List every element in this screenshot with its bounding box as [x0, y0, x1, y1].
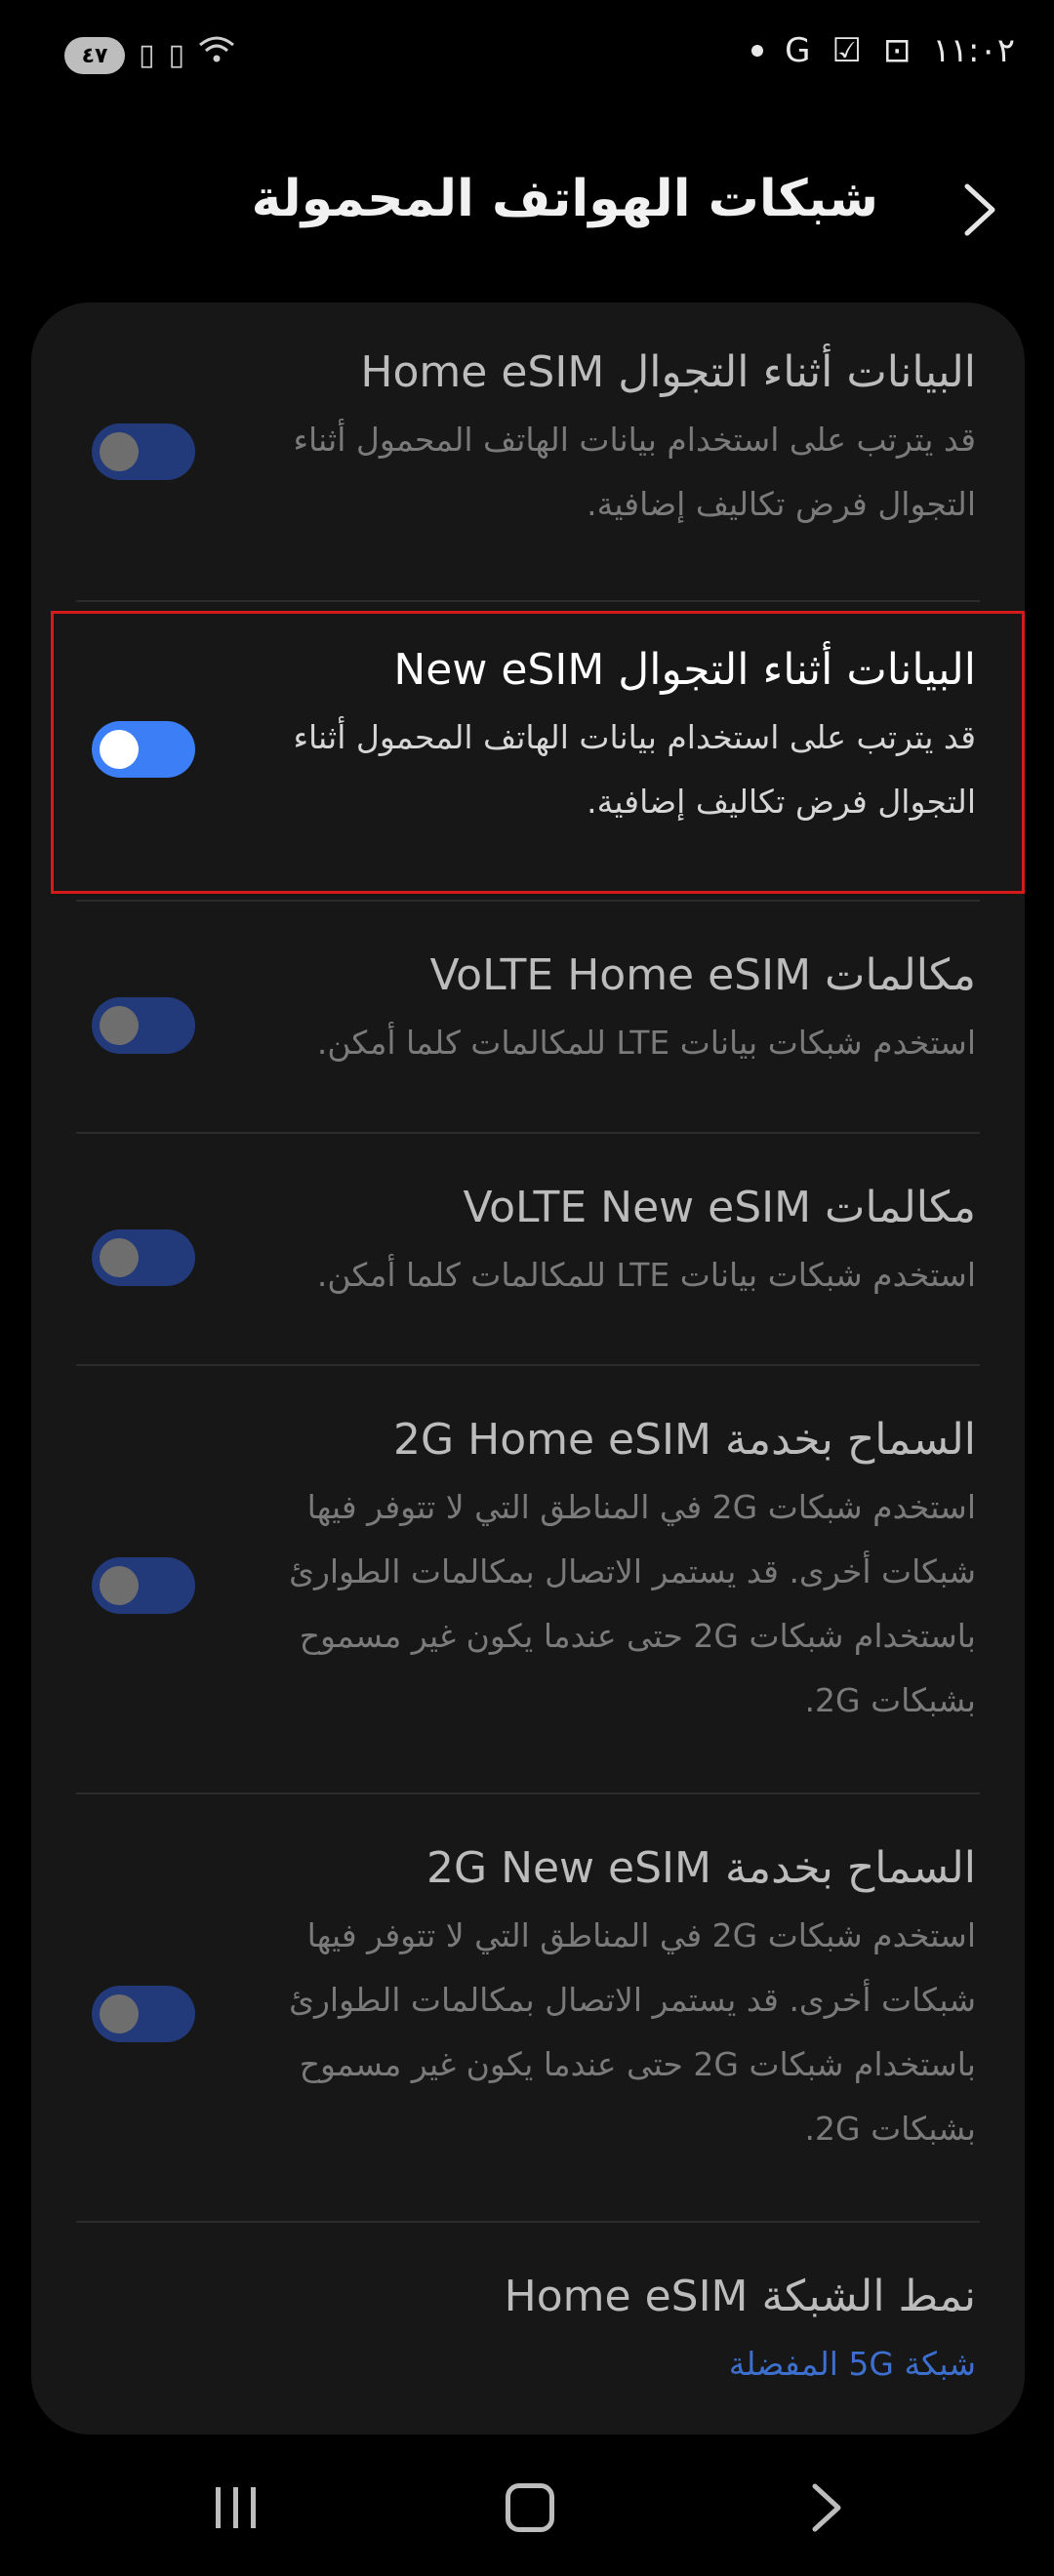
- status-right: G ☑ ⊡ ١١:٠٢: [751, 29, 1015, 72]
- page-title: شبكات الهواتف المحمولة: [251, 170, 878, 228]
- navigation-bar: [0, 2459, 1054, 2556]
- toggle-knob: [100, 1238, 139, 1277]
- volte-home-esim-row[interactable]: مكالمات VoLTE Home eSIM استخدم شبكات بيا…: [31, 902, 1025, 1132]
- row-subtitle: شبكة 5G المفضلة: [728, 2345, 976, 2383]
- row-subtitle: استخدم شبكات 2G في المناطق التي لا تتوفر…: [289, 1916, 976, 2148]
- recents-icon: [216, 2487, 256, 2528]
- signal-r-icon: ▯: [168, 38, 185, 72]
- chevron-icon: [964, 183, 995, 236]
- home-button[interactable]: [481, 2459, 579, 2556]
- row-title: مكالمات VoLTE Home eSIM: [429, 950, 976, 1000]
- home-icon: [506, 2483, 554, 2532]
- row-title: البيانات أثناء التجوال Home eSIM: [360, 347, 976, 397]
- status-left: ٤٧ ▯ ▯: [64, 35, 235, 76]
- toggle-knob: [100, 432, 139, 471]
- toggle-knob: [100, 1566, 139, 1605]
- wifi-icon: [198, 35, 235, 76]
- settings-card: البيانات أثناء التجوال Home eSIM قد يترت…: [31, 302, 1025, 2435]
- signal-r-icon: ▯: [139, 38, 155, 72]
- row-subtitle: استخدم شبكات بيانات LTE للمكالمات كلما أ…: [316, 1256, 976, 1294]
- toggle-knob: [100, 730, 139, 769]
- toggle-knob: [100, 1994, 139, 2033]
- row-title: السماح بخدمة 2G New eSIM: [426, 1843, 976, 1893]
- status-bar: ٤٧ ▯ ▯ G ☑ ⊡ ١١:٠٢: [0, 0, 1054, 107]
- allow-2g-new-esim-row[interactable]: السماح بخدمة 2G New eSIM استخدم شبكات 2G…: [31, 1794, 1025, 2221]
- status-time: ١١:٠٢: [932, 31, 1015, 70]
- row-title: السماح بخدمة 2G Home eSIM: [393, 1415, 976, 1465]
- allow-2g-home-esim-toggle[interactable]: [92, 1557, 195, 1614]
- check-icon: ☑: [831, 31, 862, 70]
- battery-icon: ٤٧: [64, 37, 125, 74]
- roaming-new-esim-row[interactable]: البيانات أثناء التجوال New eSIM قد يترتب…: [31, 602, 1025, 900]
- row-title: البيانات أثناء التجوال New eSIM: [393, 645, 976, 695]
- row-subtitle: قد يترتب على استخدام بيانات الهاتف المحم…: [293, 421, 976, 523]
- row-title: مكالمات VoLTE New eSIM: [463, 1183, 976, 1232]
- roaming-home-esim-row[interactable]: البيانات أثناء التجوال Home eSIM قد يترت…: [31, 302, 1025, 600]
- allow-2g-new-esim-toggle[interactable]: [92, 1986, 195, 2042]
- allow-2g-home-esim-row[interactable]: السماح بخدمة 2G Home eSIM استخدم شبكات 2…: [31, 1366, 1025, 1792]
- roaming-new-esim-toggle[interactable]: [92, 721, 195, 778]
- screenshot-icon: ⊡: [882, 31, 912, 70]
- toggle-knob: [100, 1006, 139, 1045]
- row-subtitle: استخدم شبكات بيانات LTE للمكالمات كلما أ…: [316, 1024, 976, 1062]
- back-icon: [812, 2483, 841, 2532]
- volte-new-esim-row[interactable]: مكالمات VoLTE New eSIM استخدم شبكات بيان…: [31, 1134, 1025, 1364]
- back-nav-button[interactable]: [778, 2459, 875, 2556]
- back-button[interactable]: [949, 178, 1013, 242]
- volte-new-esim-toggle[interactable]: [92, 1229, 195, 1286]
- notification-dot-icon: [751, 45, 764, 57]
- recents-button[interactable]: [187, 2459, 285, 2556]
- roaming-home-esim-toggle[interactable]: [92, 423, 195, 480]
- google-icon: G: [785, 31, 811, 70]
- row-title: نمط الشبكة Home eSIM: [504, 2272, 976, 2321]
- network-mode-home-esim-row[interactable]: نمط الشبكة Home eSIM شبكة 5G المفضلة: [31, 2223, 1025, 2435]
- row-subtitle: استخدم شبكات 2G في المناطق التي لا تتوفر…: [289, 1488, 976, 1719]
- header: شبكات الهواتف المحمولة: [0, 156, 1054, 254]
- row-subtitle: قد يترتب على استخدام بيانات الهاتف المحم…: [293, 718, 976, 821]
- volte-home-esim-toggle[interactable]: [92, 997, 195, 1054]
